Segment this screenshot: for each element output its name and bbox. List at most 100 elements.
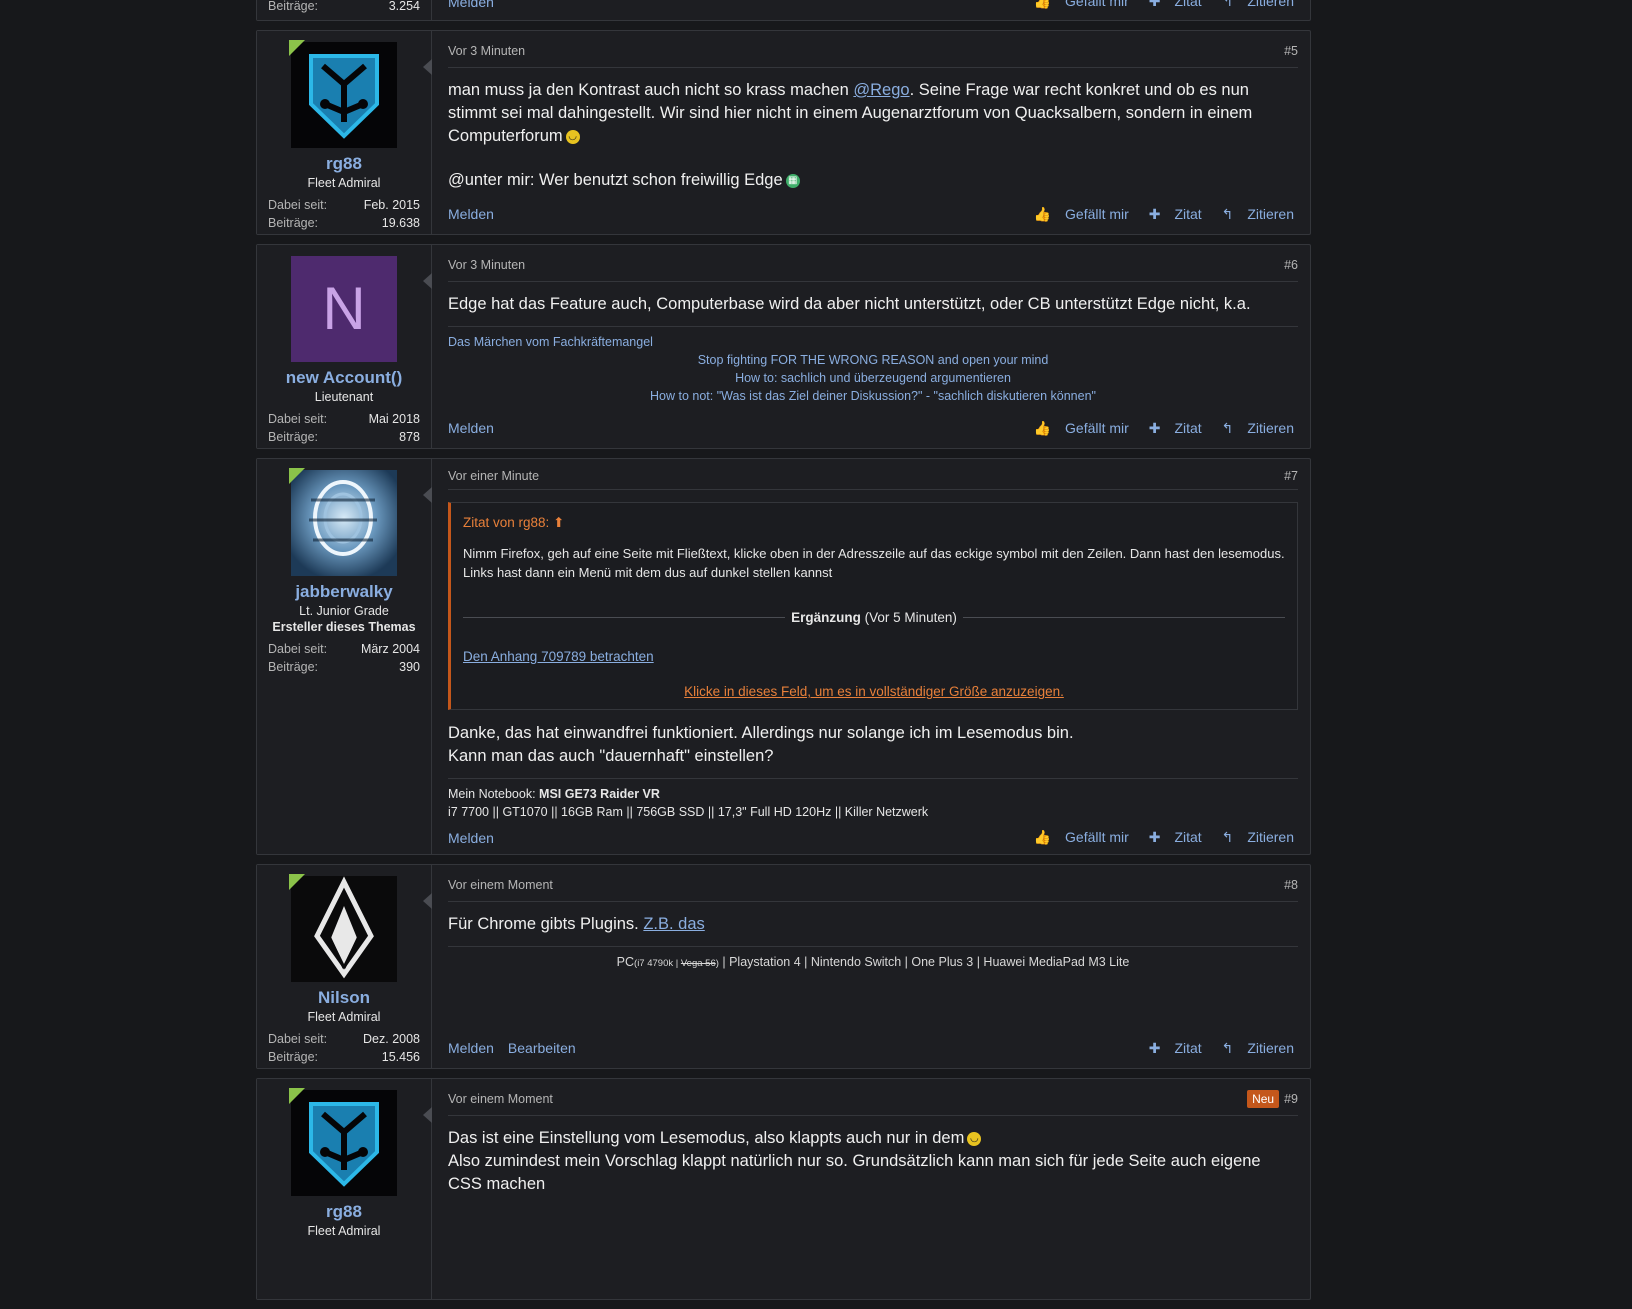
quote-button[interactable]: ✚ Zitat: [1149, 829, 1204, 845]
reply-button[interactable]: ↰ Zitieren: [1222, 0, 1296, 9]
post-actions: Melden Bearbeiten ✚ Zitat ↰ Zitieren: [448, 1028, 1298, 1068]
post-arrow: [423, 1107, 432, 1123]
post-time[interactable]: Vor einem Moment: [448, 878, 553, 892]
avatar[interactable]: N: [291, 256, 397, 362]
avatar[interactable]: [291, 1090, 397, 1196]
post-time[interactable]: Vor 3 Minuten: [448, 258, 525, 272]
quote-button[interactable]: ✚ Zitat: [1149, 1040, 1204, 1056]
external-link[interactable]: Z.B. das: [643, 915, 704, 933]
attachment-link[interactable]: Den Anhang 709789 betrachten: [463, 647, 1285, 666]
user-title: Lt. Junior Grade: [299, 604, 389, 618]
post-meta: Vor einem Moment #8: [448, 865, 1298, 902]
post-5: rg88 Fleet Admiral Dabei seit: Feb. 2015 …: [256, 30, 1311, 235]
post-number[interactable]: #5: [1284, 44, 1298, 58]
post-time[interactable]: Vor 3 Minuten: [448, 44, 525, 58]
sig-link[interactable]: Das Märchen vom Fachkräftemangel: [448, 335, 653, 349]
posts-label: Beiträge:: [268, 660, 319, 674]
reply-icon: ↰: [1221, 419, 1234, 436]
sig-rest: | Playstation 4 | Nintendo Switch | One …: [718, 955, 1130, 969]
quote-button[interactable]: ✚ Zitat: [1149, 420, 1204, 436]
signature: Das Märchen vom Fachkräftemangel Stop fi…: [448, 326, 1298, 405]
addition-label: Ergänzung: [791, 610, 861, 626]
addition-divider: Ergänzung (Vor 5 Minuten): [463, 608, 1285, 627]
avatar[interactable]: [291, 42, 397, 148]
post-user: Nilson Fleet Admiral Dabei seit: Dez. 200…: [257, 865, 432, 1068]
post-time[interactable]: Vor einem Moment: [448, 1092, 553, 1106]
username[interactable]: jabberwalky: [257, 582, 431, 602]
reply-button[interactable]: ↰ Zitieren: [1222, 420, 1296, 436]
post-meta: Vor einer Minute #7: [448, 459, 1298, 491]
post-number[interactable]: #9: [1284, 1092, 1298, 1106]
thumbs-up-icon: 👍: [1033, 0, 1052, 9]
user-title: Fleet Admiral: [307, 176, 381, 190]
posts-label: Beiträge:: [268, 430, 319, 444]
sig-link[interactable]: How to: sachlich und überzeugend argumen…: [735, 371, 1011, 385]
reply-icon: ↰: [1221, 1039, 1234, 1056]
since-label: Dabei seit:: [268, 1032, 328, 1046]
post-time[interactable]: Vor einer Minute: [448, 469, 539, 483]
reply-button[interactable]: ↰ Zitieren: [1222, 1040, 1296, 1056]
avatar[interactable]: [291, 876, 397, 982]
post-number[interactable]: #8: [1284, 878, 1298, 892]
quote-header[interactable]: Zitat von rg88: ⬆: [463, 513, 1285, 532]
user-title: Fleet Admiral: [307, 1224, 381, 1238]
like-button[interactable]: 👍 Gefällt mir: [1034, 206, 1131, 222]
username[interactable]: rg88: [257, 154, 431, 174]
mention-link[interactable]: @Rego: [853, 81, 909, 99]
post-9: rg88 Fleet Admiral Vor einem Moment Neu #…: [256, 1078, 1311, 1300]
post-content: Vor 3 Minuten #5 man muss ja den Kontras…: [432, 31, 1310, 234]
user-stats: Beiträge: 3.254: [268, 0, 420, 15]
post-body: Für Chrome gibts Plugins. Z.B. das: [448, 902, 1298, 936]
post-text: @unter mir: Wer benutzt schon freiwillig…: [448, 171, 783, 189]
quote-button[interactable]: ✚ Zitat: [1149, 206, 1204, 222]
post-arrow: [423, 59, 432, 75]
reply-button[interactable]: ↰ Zitieren: [1222, 829, 1296, 845]
reply-icon: ↰: [1221, 829, 1234, 846]
report-link[interactable]: Melden: [448, 830, 494, 846]
user-stats: Dabei seit: Mai 2018 Beiträge: 878: [268, 410, 420, 446]
post-6: N new Account() Lieutenant Dabei seit: Ma…: [256, 244, 1311, 449]
sig-link[interactable]: How to not: "Was ist das Ziel deiner Dis…: [650, 389, 1096, 403]
since-label: Dabei seit:: [268, 412, 328, 426]
report-link[interactable]: Melden: [448, 0, 494, 10]
posts-label: Beiträge:: [268, 1050, 319, 1064]
post-arrow: [423, 893, 432, 909]
post-content: Vor einem Moment Neu #9 Das ist eine Eins…: [432, 1079, 1310, 1299]
post-user: N new Account() Lieutenant Dabei seit: Ma…: [257, 245, 432, 448]
sig-label: Mein Notebook:: [448, 787, 540, 802]
username[interactable]: rg88: [257, 1202, 431, 1222]
online-indicator: [289, 874, 305, 890]
report-link[interactable]: Melden: [448, 1040, 494, 1056]
avatar[interactable]: [291, 470, 397, 576]
like-button[interactable]: 👍 Gefällt mir: [1034, 0, 1131, 9]
like-button[interactable]: 👍 Gefällt mir: [1034, 829, 1131, 845]
reply-button[interactable]: ↰ Zitieren: [1222, 206, 1296, 222]
reply-icon: ↰: [1221, 205, 1234, 222]
arrow-up-circle-icon[interactable]: ⬆: [553, 515, 564, 530]
plus-icon: ✚: [1148, 1039, 1161, 1056]
thumbs-up-icon: 👍: [1033, 829, 1052, 846]
thumbs-up-icon: 👍: [1033, 205, 1052, 222]
edit-link[interactable]: Bearbeiten: [508, 1040, 576, 1056]
user-title: Lieutenant: [314, 390, 374, 404]
addition-time: (Vor 5 Minuten): [864, 610, 957, 626]
post-actions: Melden 👍 Gefällt mir ✚ Zitat ↰ Zitieren: [448, 0, 1298, 10]
quote-button[interactable]: ✚ Zitat: [1149, 0, 1204, 9]
expand-quote-link[interactable]: Klicke in dieses Feld, um es in vollstän…: [463, 682, 1285, 701]
like-button[interactable]: 👍 Gefällt mir: [1034, 420, 1131, 436]
sig-bold: MSI GE73 Raider VR: [539, 787, 660, 802]
post-number[interactable]: #7: [1284, 469, 1298, 483]
post-number[interactable]: #6: [1284, 258, 1298, 272]
username[interactable]: Nilson: [257, 988, 431, 1008]
posts-value: 15.456: [381, 1050, 420, 1064]
report-link[interactable]: Melden: [448, 420, 494, 436]
signature: Mein Notebook: MSI GE73 Raider VR i7 770…: [448, 778, 1298, 821]
report-link[interactable]: Melden: [448, 206, 494, 222]
sig-link[interactable]: Stop fighting FOR THE WRONG REASON and o…: [698, 353, 1049, 367]
username[interactable]: new Account(): [257, 368, 431, 388]
post-actions: Melden 👍 Gefällt mir ✚ Zitat ↰ Zitieren: [448, 408, 1298, 448]
online-indicator: [289, 1088, 305, 1104]
post-text: Kann man das auch "dauernhaft" einstelle…: [448, 747, 774, 766]
grin-emoji-icon: ▦: [785, 173, 800, 188]
post-content: Vor einer Minute #7 Zitat von rg88: ⬆ Ni…: [432, 459, 1310, 854]
